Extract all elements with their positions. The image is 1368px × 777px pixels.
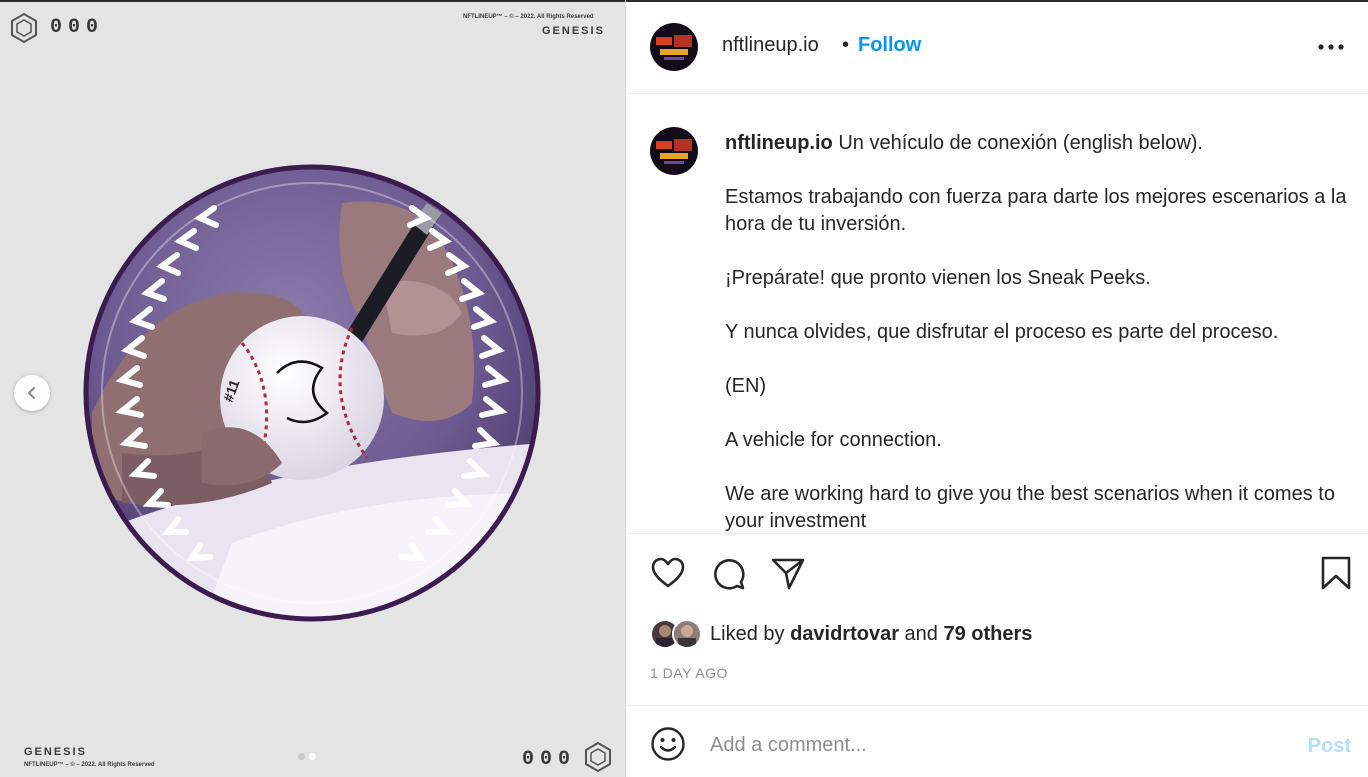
share-icon[interactable]: [770, 555, 806, 591]
caption-paragraph: We are working hard to give you the best…: [725, 483, 1335, 532]
caption-paragraph: ¡Prepárate! que pronto vienen los Sneak …: [725, 267, 1151, 289]
post-timestamp[interactable]: 1 DAY AGO: [650, 665, 728, 681]
comment-box: Post: [626, 705, 1368, 777]
edition-counter-top: 000: [50, 16, 105, 39]
caption-paragraph: (EN): [725, 375, 767, 397]
caption-first-line: Un vehículo de conexión (english below).: [832, 132, 1203, 154]
likes-middle: and: [899, 622, 944, 645]
avatar-image: [650, 23, 698, 71]
hexagon-icon: [585, 742, 611, 772]
caption-paragraph: Y nunca olvides, que disfrutar el proces…: [725, 321, 1279, 343]
post-panel: nftlineup.io • Follow nftlineup.io Un ve…: [625, 0, 1368, 777]
caption-avatar[interactable]: [650, 127, 698, 175]
avatar-image: [674, 621, 700, 647]
copyright-top: NFTLINEUP™ – © – 2022. All Rights Reserv…: [463, 14, 594, 20]
series-label-top: GENESIS: [542, 25, 605, 37]
caption-paragraph: A vehicle for connection.: [725, 429, 942, 451]
instagram-post-modal: 000 NFTLINEUP™ – © – 2022. All Rights Re…: [0, 0, 1368, 777]
comment-icon[interactable]: [710, 555, 746, 591]
hexagon-icon: [11, 13, 37, 43]
top-border: [0, 0, 625, 2]
heart-icon[interactable]: [650, 555, 686, 591]
series-label-bottom: GENESIS: [24, 746, 87, 758]
header-separator: •: [842, 34, 850, 56]
likes-text: Liked by davidrtovar and 79 others: [710, 623, 1032, 646]
liker-avatar[interactable]: [672, 619, 702, 649]
carousel-dot-active: [309, 753, 316, 760]
caption-text: nftlineup.io Un vehículo de conexión (en…: [725, 130, 1355, 533]
post-username[interactable]: nftlineup.io: [722, 34, 819, 57]
comment-input[interactable]: [710, 730, 1270, 760]
likes-prefix: Liked by: [710, 622, 791, 645]
post-media: 000 NFTLINEUP™ – © – 2022. All Rights Re…: [0, 0, 625, 777]
liker-username[interactable]: davidrtovar: [790, 623, 899, 645]
follow-button[interactable]: Follow: [858, 34, 921, 57]
post-actions: Liked by davidrtovar and 79 others 1 DAY…: [626, 533, 1368, 705]
chevron-left-icon: [27, 386, 36, 400]
post-comment-button[interactable]: Post: [1308, 735, 1351, 758]
copyright-bottom: NFTLINEUP™ – © – 2022. All Rights Reserv…: [24, 762, 155, 768]
carousel-dot: [298, 753, 305, 760]
emoji-icon[interactable]: [650, 726, 686, 762]
avatar[interactable]: [650, 23, 698, 71]
carousel-prev-button[interactable]: [14, 375, 50, 411]
post-header: nftlineup.io • Follow: [626, 2, 1368, 94]
carousel-indicator: [298, 753, 316, 760]
edition-counter-bottom: 000: [522, 748, 577, 771]
avatar-image: [650, 127, 698, 175]
baseball-artwork: #11: [83, 164, 541, 622]
likes-summary: Liked by davidrtovar and 79 others: [650, 618, 1032, 650]
caption-paragraph: Estamos trabajando con fuerza para darte…: [725, 186, 1347, 235]
more-horizontal-icon[interactable]: [1317, 42, 1345, 52]
likes-others-link[interactable]: 79 others: [943, 623, 1032, 645]
caption-section: nftlineup.io Un vehículo de conexión (en…: [626, 95, 1368, 533]
caption-username[interactable]: nftlineup.io: [725, 132, 833, 154]
bookmark-icon[interactable]: [1318, 555, 1354, 591]
